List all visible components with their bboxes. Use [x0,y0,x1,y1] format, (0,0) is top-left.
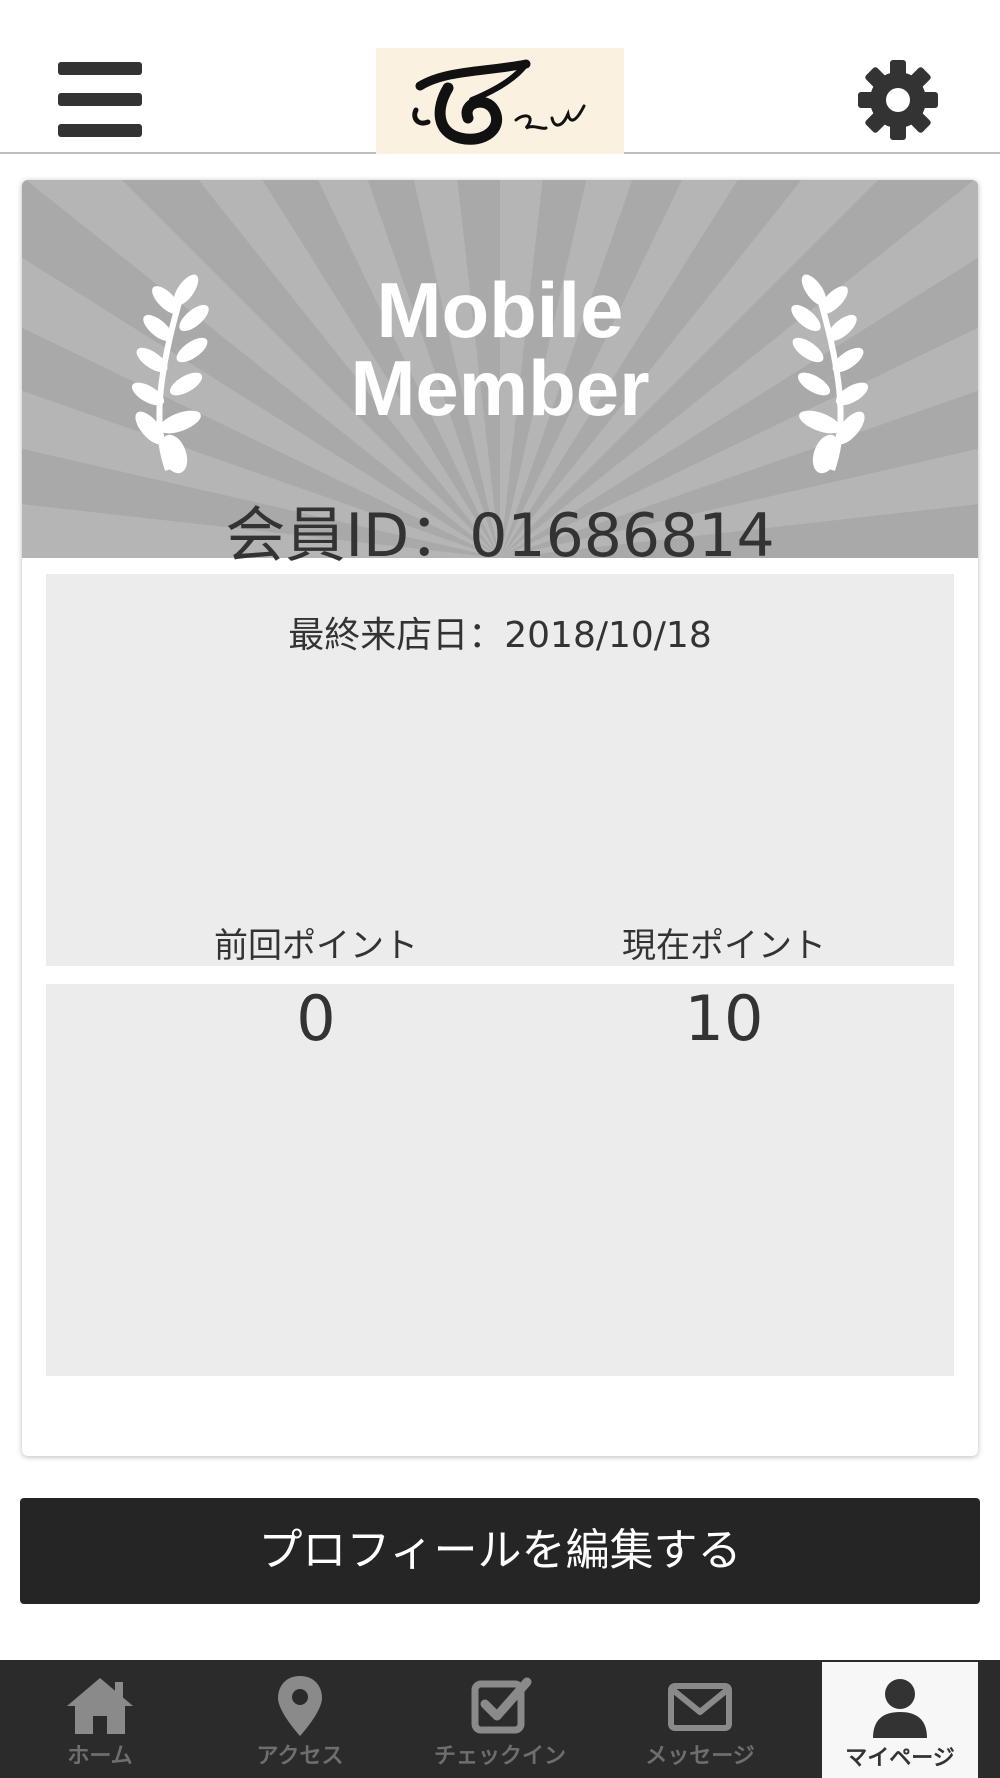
member-id-text: 会員ID：01686814 [225,501,775,571]
nav-item-checkin[interactable]: チェックイン [400,1660,600,1778]
nav-label-home: ホーム [67,1744,133,1769]
nav-label-mypage: マイページ [845,1746,955,1771]
nav-label-message: メッセージ [645,1744,755,1769]
last-visit-date: 最終来店日：2018/10/18 [288,615,712,656]
nav-item-home[interactable]: ホーム [0,1660,200,1778]
edit-profile-button[interactable]: プロフィールを編集する [20,1498,980,1604]
envelope-icon [668,1683,732,1731]
nav-label-checkin: チェックイン [433,1744,566,1769]
current-points-label: 現在ポイント [622,926,826,966]
nav-item-access[interactable]: アクセス [200,1660,400,1778]
checkbox-icon [471,1677,532,1734]
user-icon [873,1679,927,1738]
map-pin-icon [278,1676,322,1736]
nav-item-message[interactable]: メッセージ [600,1660,800,1778]
shop-logo [376,48,624,154]
settings-gear-icon[interactable] [856,58,940,142]
bottom-nav: ホーム アクセス チェックイン メッセージ マイページ [0,1660,1000,1778]
hamburger-menu-icon[interactable] [58,62,142,138]
banner-title-line2: Member [350,344,649,432]
nav-item-mypage[interactable]: マイページ [822,1662,978,1778]
previous-points-value: 0 [296,982,336,1055]
previous-points-label: 前回ポイント [214,926,418,966]
current-points-value: 10 [684,982,764,1055]
member-card: Mobile Member 会員ID：01686814 最終来店日：2018/1… [22,180,978,1456]
app-header [0,0,1000,154]
home-icon [67,1678,133,1734]
banner-title-line1: Mobile [377,266,624,354]
nav-label-access: アクセス [256,1744,344,1769]
logo-calligraphy [412,59,586,145]
